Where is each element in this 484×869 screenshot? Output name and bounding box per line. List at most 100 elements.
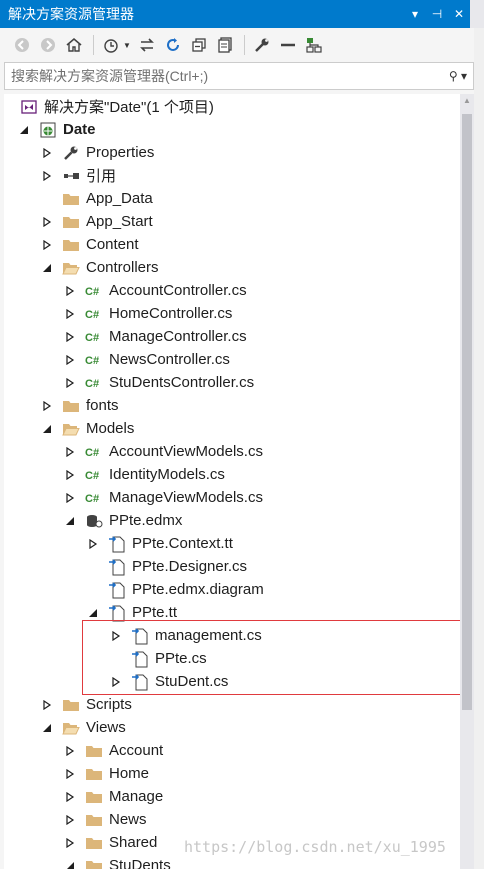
tree-node[interactable]: Scripts: [4, 693, 460, 716]
tree-node[interactable]: PPte.cs: [4, 647, 460, 670]
tree-node[interactable]: management.cs: [4, 624, 460, 647]
collapsed-arrow-icon[interactable]: [41, 216, 53, 228]
tree-node[interactable]: Properties: [4, 141, 460, 164]
tree-node[interactable]: PPte.Designer.cs: [4, 555, 460, 578]
tree-node[interactable]: PPte.edmx: [4, 509, 460, 532]
collapsed-arrow-icon[interactable]: [41, 239, 53, 251]
refresh-icon[interactable]: [161, 33, 185, 57]
csharp-icon: C#: [85, 374, 103, 392]
pin-icon[interactable]: ⊣: [426, 3, 448, 25]
tree-node[interactable]: StuDent.cs: [4, 670, 460, 693]
collapsed-arrow-icon[interactable]: [41, 699, 53, 711]
tree-node[interactable]: Account: [4, 739, 460, 762]
side-tab-strip: [470, 0, 484, 28]
folder-open-icon: [62, 259, 80, 277]
search-box[interactable]: ⚲ ▾: [4, 62, 474, 90]
scroll-up-icon[interactable]: ▲: [463, 96, 471, 105]
toolbar-separator: [243, 35, 245, 55]
tree-node[interactable]: C# NewsController.cs: [4, 348, 460, 371]
tree-node[interactable]: Content: [4, 233, 460, 256]
collapsed-arrow-icon[interactable]: [87, 538, 99, 550]
collapsed-arrow-icon[interactable]: [64, 768, 76, 780]
tree-node[interactable]: PPte.Context.tt: [4, 532, 460, 555]
vertical-scrollbar[interactable]: ▲: [460, 94, 474, 869]
tree-node[interactable]: fonts: [4, 394, 460, 417]
tree-node[interactable]: App_Start: [4, 210, 460, 233]
tree-node[interactable]: C# ManageViewModels.cs: [4, 486, 460, 509]
history-dropdown-icon[interactable]: ▼: [123, 41, 131, 50]
tree-node[interactable]: Controllers: [4, 256, 460, 279]
collapsed-arrow-icon[interactable]: [64, 469, 76, 481]
tree-node[interactable]: StuDents: [4, 854, 460, 869]
close-icon[interactable]: ✕: [448, 3, 470, 25]
collapsed-arrow-icon[interactable]: [64, 446, 76, 458]
collapsed-arrow-icon[interactable]: [110, 630, 122, 642]
collapsed-arrow-icon[interactable]: [64, 331, 76, 343]
collapsed-arrow-icon[interactable]: [64, 814, 76, 826]
tree-node[interactable]: Manage: [4, 785, 460, 808]
tree-node[interactable]: Models: [4, 417, 460, 440]
search-input[interactable]: [11, 68, 443, 84]
tree-node[interactable]: 引用: [4, 164, 460, 187]
home-icon[interactable]: [62, 33, 86, 57]
collapsed-arrow-icon[interactable]: [64, 791, 76, 803]
tree-node[interactable]: News: [4, 808, 460, 831]
collapsed-arrow-icon[interactable]: [64, 745, 76, 757]
tree-node[interactable]: Views: [4, 716, 460, 739]
tree-node-label: Scripts: [86, 696, 132, 713]
expanded-arrow-icon[interactable]: [87, 607, 99, 619]
tree-node[interactable]: PPte.tt: [4, 601, 460, 624]
class-diagram-icon[interactable]: [302, 33, 326, 57]
show-all-files-icon[interactable]: [213, 33, 237, 57]
expanded-arrow-icon[interactable]: [41, 423, 53, 435]
solution-node[interactable]: 解决方案"Date"(1 个项目): [4, 95, 460, 118]
scrollbar-thumb[interactable]: [462, 114, 472, 710]
collapsed-arrow-icon[interactable]: [64, 837, 76, 849]
dropdown-icon[interactable]: ▾: [404, 3, 426, 25]
tree-node-label: Models: [86, 420, 135, 437]
collapsed-arrow-icon[interactable]: [64, 354, 76, 366]
properties-wrench-icon[interactable]: [250, 33, 274, 57]
collapsed-arrow-icon[interactable]: [64, 492, 76, 504]
tree-node[interactable]: C# StuDentsController.cs: [4, 371, 460, 394]
tree-node[interactable]: C# HomeController.cs: [4, 302, 460, 325]
expanded-arrow-icon[interactable]: [41, 262, 53, 274]
tree-node-label: AccountViewModels.cs: [109, 443, 263, 460]
expanded-arrow-icon[interactable]: [41, 722, 53, 734]
expanded-arrow-icon[interactable]: [64, 515, 76, 527]
tree-node[interactable]: C# AccountController.cs: [4, 279, 460, 302]
csharp-icon: C#: [85, 351, 103, 369]
tree-node[interactable]: C# IdentityModels.cs: [4, 463, 460, 486]
search-icon[interactable]: ⚲ ▾: [443, 69, 473, 83]
back-icon[interactable]: [10, 33, 34, 57]
svg-text:C#: C#: [85, 355, 99, 367]
tree-node-label: Views: [86, 719, 126, 736]
tree-node[interactable]: C# AccountViewModels.cs: [4, 440, 460, 463]
preview-icon[interactable]: [276, 33, 300, 57]
tree-node[interactable]: C# ManageController.cs: [4, 325, 460, 348]
tree-node-label: HomeController.cs: [109, 305, 233, 322]
collapsed-arrow-icon[interactable]: [64, 377, 76, 389]
collapsed-arrow-icon[interactable]: [41, 147, 53, 159]
folder-icon: [62, 213, 80, 231]
tree-node[interactable]: PPte.edmx.diagram: [4, 578, 460, 601]
tree-node-label: App_Start: [86, 213, 153, 230]
forward-icon[interactable]: [36, 33, 60, 57]
collapsed-arrow-icon[interactable]: [110, 676, 122, 688]
tree-node[interactable]: App_Data: [4, 187, 460, 210]
collapsed-arrow-icon[interactable]: [64, 285, 76, 297]
expanded-arrow-icon[interactable]: [18, 124, 30, 136]
collapsed-arrow-icon[interactable]: [41, 170, 53, 182]
tree-node[interactable]: Date: [4, 118, 460, 141]
tree-node-label: News: [109, 811, 147, 828]
expanded-arrow-icon[interactable]: [64, 860, 76, 869]
tree-node[interactable]: Home: [4, 762, 460, 785]
history-icon[interactable]: [99, 33, 123, 57]
tree-node-label: Properties: [86, 144, 155, 161]
tree-node-label: PPte.edmx.diagram: [132, 581, 264, 598]
csharp-icon: C#: [85, 443, 103, 461]
collapse-all-icon[interactable]: [187, 33, 211, 57]
collapsed-arrow-icon[interactable]: [41, 400, 53, 412]
collapsed-arrow-icon[interactable]: [64, 308, 76, 320]
sync-icon[interactable]: [135, 33, 159, 57]
